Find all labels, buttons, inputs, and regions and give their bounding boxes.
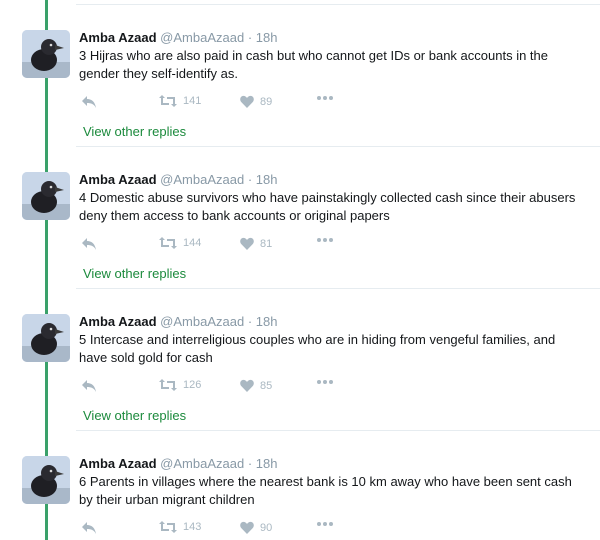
retweet-button[interactable]: 144	[159, 237, 201, 249]
retweet-icon	[159, 237, 177, 249]
reply-icon	[82, 238, 96, 250]
user-name[interactable]: Amba Azaad	[79, 314, 157, 329]
heart-icon	[240, 521, 254, 534]
like-button[interactable]: 85	[240, 379, 272, 392]
heart-icon	[240, 95, 254, 108]
reply-icon	[82, 522, 96, 534]
like-count: 85	[260, 379, 273, 392]
user-handle[interactable]: @AmbaAzaad	[160, 314, 244, 329]
tweet-header: Amba Azaad @AmbaAzaad · 18h	[79, 456, 278, 472]
user-name[interactable]: Amba Azaad	[79, 456, 157, 471]
separator-dot: ·	[247, 314, 253, 329]
divider	[76, 288, 600, 289]
avatar[interactable]	[22, 456, 70, 504]
like-button[interactable]: 81	[240, 237, 272, 250]
view-other-replies-link[interactable]: View other replies	[83, 124, 186, 139]
retweet-button[interactable]: 141	[159, 95, 201, 107]
like-button[interactable]: 89	[240, 95, 272, 108]
timestamp[interactable]: 18h	[256, 456, 278, 471]
avatar[interactable]	[22, 30, 70, 78]
user-handle[interactable]: @AmbaAzaad	[160, 456, 244, 471]
separator-dot: ·	[247, 456, 253, 471]
user-handle[interactable]: @AmbaAzaad	[160, 30, 244, 45]
retweet-count: 141	[183, 95, 202, 107]
timestamp[interactable]: 18h	[256, 314, 278, 329]
more-icon	[317, 96, 333, 100]
user-name[interactable]: Amba Azaad	[79, 30, 157, 45]
tweet-actions: 141 89	[79, 95, 379, 111]
heart-icon	[240, 237, 254, 250]
retweet-icon	[159, 95, 177, 107]
like-count: 89	[260, 95, 273, 108]
user-name[interactable]: Amba Azaad	[79, 172, 157, 187]
reply-icon	[82, 380, 96, 392]
more-button[interactable]	[316, 521, 334, 527]
tweet-header: Amba Azaad @AmbaAzaad · 18h	[79, 172, 278, 188]
divider	[76, 4, 600, 5]
tweet-header: Amba Azaad @AmbaAzaad · 18h	[79, 30, 278, 46]
view-other-replies-link[interactable]: View other replies	[83, 408, 186, 423]
more-icon	[317, 380, 333, 384]
more-button[interactable]	[316, 95, 334, 101]
reply-icon	[82, 96, 96, 108]
tweet-actions: 126 85	[79, 379, 379, 395]
tweet-text: 4 Domestic abuse survivors who have pain…	[79, 190, 576, 223]
retweet-button[interactable]: 143	[159, 521, 201, 533]
tweet-text: 5 Intercase and interreligious couples w…	[79, 332, 556, 365]
tweet-text: 3 Hijras who are also paid in cash but w…	[79, 48, 548, 81]
more-icon	[317, 522, 333, 526]
reply-button[interactable]	[81, 95, 97, 109]
divider	[76, 146, 600, 147]
user-handle[interactable]: @AmbaAzaad	[160, 172, 244, 187]
retweet-icon	[159, 521, 177, 533]
tweet-actions: 144 81	[79, 237, 379, 253]
like-count: 81	[260, 237, 273, 250]
timestamp[interactable]: 18h	[256, 172, 278, 187]
tweet-actions: 143 90	[79, 521, 379, 537]
retweet-count: 144	[183, 237, 202, 249]
more-icon	[317, 238, 333, 242]
retweet-count: 126	[183, 379, 202, 391]
separator-dot: ·	[247, 30, 253, 45]
timestamp[interactable]: 18h	[256, 30, 278, 45]
like-button[interactable]: 90	[240, 521, 272, 534]
more-button[interactable]	[316, 379, 334, 385]
reply-button[interactable]	[81, 237, 97, 251]
reply-button[interactable]	[81, 521, 97, 535]
avatar[interactable]	[22, 172, 70, 220]
like-count: 90	[260, 521, 273, 534]
view-other-replies-link[interactable]: View other replies	[83, 266, 186, 281]
more-button[interactable]	[316, 237, 334, 243]
retweet-button[interactable]: 126	[159, 379, 201, 391]
separator-dot: ·	[247, 172, 253, 187]
reply-button[interactable]	[81, 379, 97, 393]
retweet-count: 143	[183, 521, 202, 533]
heart-icon	[240, 379, 254, 392]
tweet-text: 6 Parents in villages where the nearest …	[79, 474, 572, 507]
divider	[76, 430, 600, 431]
tweet-header: Amba Azaad @AmbaAzaad · 18h	[79, 314, 278, 330]
avatar[interactable]	[22, 314, 70, 362]
retweet-icon	[159, 379, 177, 391]
